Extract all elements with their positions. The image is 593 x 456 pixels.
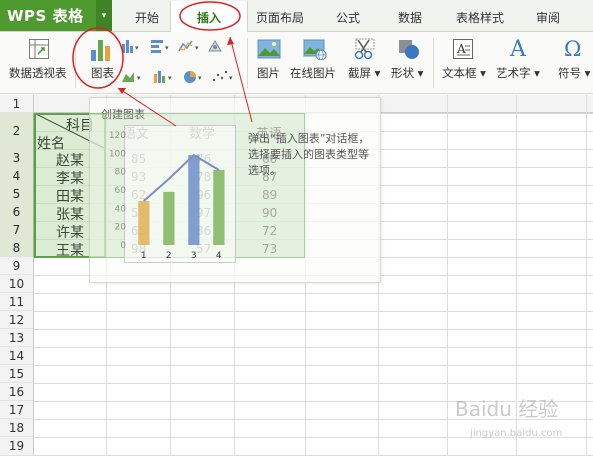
chart-button-highlight-circle [72,27,124,89]
insert-tab-highlight-circle [179,1,241,31]
watermark-logo: Baidu 经验 [455,397,559,421]
arrow-to-insert-tab [229,36,253,123]
annotation-overlay [72,1,253,127]
watermark-url: jingyan.baidu.com [470,428,563,439]
arrow-to-chart-button [117,87,177,127]
